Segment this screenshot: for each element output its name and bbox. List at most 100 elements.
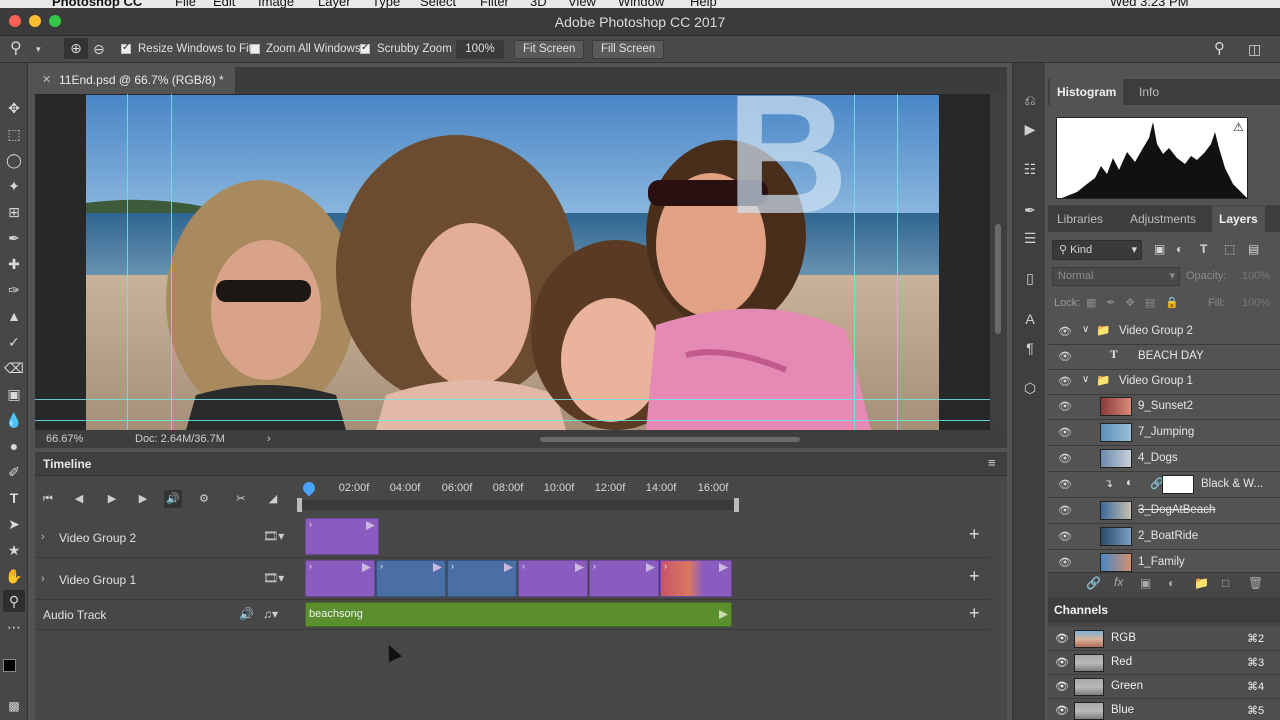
channel-row[interactable]: 👁 Red ⌘3 — [1048, 651, 1280, 675]
new-layer-icon[interactable]: □ — [1222, 576, 1229, 590]
filter-pixel-icon[interactable]: ▣ — [1154, 242, 1165, 256]
filmstrip-icon[interactable]: 🎞▾ — [263, 529, 284, 543]
vertical-guide[interactable] — [127, 94, 128, 430]
track-video-group-1[interactable]: › Video Group 1 🎞▾ › › › › › › + — [35, 558, 990, 600]
menu-app[interactable]: Photoshop CC — [52, 0, 142, 8]
type-tool-icon[interactable]: T — [3, 487, 25, 509]
channel-row[interactable]: 👁 Green ⌘4 — [1048, 675, 1280, 699]
filter-smart-object-icon[interactable]: ▤ — [1248, 242, 1259, 256]
eye-icon[interactable]: 👁 — [1058, 325, 1072, 338]
playhead[interactable] — [300, 479, 318, 497]
track-audio[interactable]: Audio Track 🔊 ♫▾ beachsong + — [35, 600, 990, 630]
play-icon[interactable]: ▶ — [103, 490, 121, 508]
path-select-tool-icon[interactable]: ➤ — [3, 513, 25, 535]
menu-view[interactable]: View — [568, 0, 596, 8]
timeline-clip[interactable]: › — [660, 560, 732, 597]
audio-clip[interactable]: beachsong — [305, 602, 732, 627]
eye-icon[interactable]: 👁 — [1058, 556, 1072, 569]
layer-row[interactable]: 👁 2_BoatRide — [1048, 524, 1280, 550]
new-adjustment-icon[interactable]: ◐ — [1168, 576, 1175, 590]
menu-help[interactable]: Help — [690, 0, 717, 8]
foreground-color-swatch[interactable] — [3, 659, 16, 672]
vertical-guide[interactable] — [854, 94, 855, 430]
mute-audio-icon[interactable]: 🔊 — [164, 490, 182, 508]
paragraph-icon[interactable]: ¶ — [1019, 337, 1041, 359]
timeline-ruler[interactable]: 02:00f 04:00f 06:00f 08:00f 10:00f 12:00… — [297, 478, 962, 514]
go-to-first-frame-icon[interactable]: ⏮ — [39, 490, 57, 508]
settings-gear-icon[interactable]: ⚙ — [195, 490, 213, 508]
filmstrip-icon[interactable]: 🎞▾ — [263, 571, 284, 585]
vertical-guide[interactable] — [171, 94, 172, 430]
dodge-tool-icon[interactable]: ● — [3, 435, 25, 457]
search-icon[interactable]: ⚲ — [1214, 40, 1225, 58]
eye-icon[interactable]: 👁 — [1058, 400, 1072, 413]
next-frame-icon[interactable]: ▶ — [134, 490, 152, 508]
clip-end-icon[interactable] — [719, 610, 728, 619]
eye-icon[interactable]: 👁 — [1055, 632, 1069, 645]
channels-title[interactable]: Channels — [1054, 603, 1108, 617]
tab-info[interactable]: Info — [1132, 79, 1166, 105]
horizontal-guide[interactable] — [35, 420, 990, 421]
speaker-icon[interactable]: 🔊 — [239, 607, 254, 621]
timeline-clip[interactable]: › — [376, 560, 446, 597]
music-note-icon[interactable]: ♫▾ — [263, 607, 278, 621]
track-video-group-2[interactable]: › Video Group 2 🎞▾ › + — [35, 516, 990, 558]
eraser-tool-icon[interactable]: ⌫ — [3, 357, 25, 379]
add-mask-icon[interactable]: ▣ — [1140, 576, 1151, 590]
opacity-value[interactable]: 100% — [1242, 270, 1270, 282]
hand-tool-icon[interactable]: ✋ — [3, 565, 25, 587]
channel-row[interactable]: 👁 RGB ⌘2 — [1048, 627, 1280, 651]
chevron-down-icon[interactable]: ▾ — [36, 40, 41, 59]
layer-row[interactable]: 👁 3_DogAtBeach — [1048, 498, 1280, 524]
layer-row[interactable]: 👁 9_Sunset2 — [1048, 394, 1280, 420]
healing-brush-tool-icon[interactable]: ✚ — [3, 253, 25, 275]
chevron-down-icon[interactable]: ∨ — [1082, 374, 1089, 385]
panel-menu-icon[interactable]: ≡ — [988, 455, 996, 470]
history-brush-tool-icon[interactable]: ✓ — [3, 331, 25, 353]
lasso-tool-icon[interactable]: ◯ — [3, 149, 25, 171]
horizontal-guide[interactable] — [35, 399, 990, 400]
scroll-thumb[interactable] — [995, 224, 1001, 334]
eye-icon[interactable]: 👁 — [1058, 452, 1072, 465]
zoom-percent-field[interactable]: 100% — [456, 40, 504, 59]
pen-tool-icon[interactable]: ✐ — [3, 461, 25, 483]
layer-row[interactable]: 👁 7_Jumping — [1048, 420, 1280, 446]
filter-adjustment-icon[interactable]: ◐ — [1176, 242, 1183, 256]
clone-stamp-tool-icon[interactable]: ▲ — [3, 305, 25, 327]
eye-icon[interactable]: 👁 — [1058, 504, 1072, 517]
eye-icon[interactable]: 👁 — [1058, 478, 1072, 491]
vertical-scrollbar[interactable] — [990, 94, 1007, 430]
kind-filter[interactable]: ⚲ Kind ▾ — [1052, 240, 1142, 260]
eye-icon[interactable]: 👁 — [1055, 704, 1069, 717]
eye-icon[interactable]: 👁 — [1055, 656, 1069, 669]
properties-icon[interactable]: ☷ — [1019, 158, 1041, 180]
resize-windows-checkbox[interactable] — [121, 40, 131, 57]
adjust-sliders-icon[interactable]: ☰ — [1019, 227, 1041, 249]
scrubby-zoom-checkbox[interactable] — [360, 40, 370, 57]
zoom-tool-icon[interactable]: ⚲ — [3, 590, 25, 612]
menu-layer[interactable]: Layer — [318, 0, 351, 8]
marquee-tool-icon[interactable]: ⬚ — [3, 123, 25, 145]
workspace-icon[interactable]: ◫ — [1248, 40, 1261, 58]
quick-mask-icon[interactable]: ▩ — [3, 695, 25, 717]
move-tool-icon[interactable]: ✥ — [3, 97, 25, 119]
timeline-title[interactable]: Timeline — [43, 457, 91, 471]
menu-filter[interactable]: Filter — [480, 0, 509, 8]
timeline-clip[interactable]: › — [518, 560, 588, 597]
character-icon[interactable]: A — [1019, 308, 1041, 330]
timeline-clip[interactable]: › — [305, 518, 379, 555]
crop-tool-icon[interactable]: ⊞ — [3, 201, 25, 223]
eye-icon[interactable]: 👁 — [1058, 350, 1072, 363]
work-area-end-handle[interactable] — [734, 498, 739, 512]
layer-row[interactable]: 👁 T BEACH DAY — [1048, 344, 1280, 370]
work-area-bar[interactable] — [299, 500, 735, 510]
fill-value[interactable]: 100% — [1242, 297, 1270, 309]
filter-shape-icon[interactable]: ⬚ — [1224, 242, 1235, 256]
trash-icon[interactable]: 🗑 — [1248, 576, 1263, 590]
eye-icon[interactable]: 👁 — [1058, 375, 1072, 388]
fill-screen-button[interactable]: Fill Screen — [592, 40, 665, 59]
work-area-start-handle[interactable] — [297, 498, 302, 512]
chevron-right-icon[interactable]: › — [41, 573, 45, 585]
warning-icon[interactable]: ⚠ — [1233, 120, 1244, 134]
layer-row[interactable]: 👁 ∨ 📁 Video Group 1 — [1048, 369, 1280, 395]
